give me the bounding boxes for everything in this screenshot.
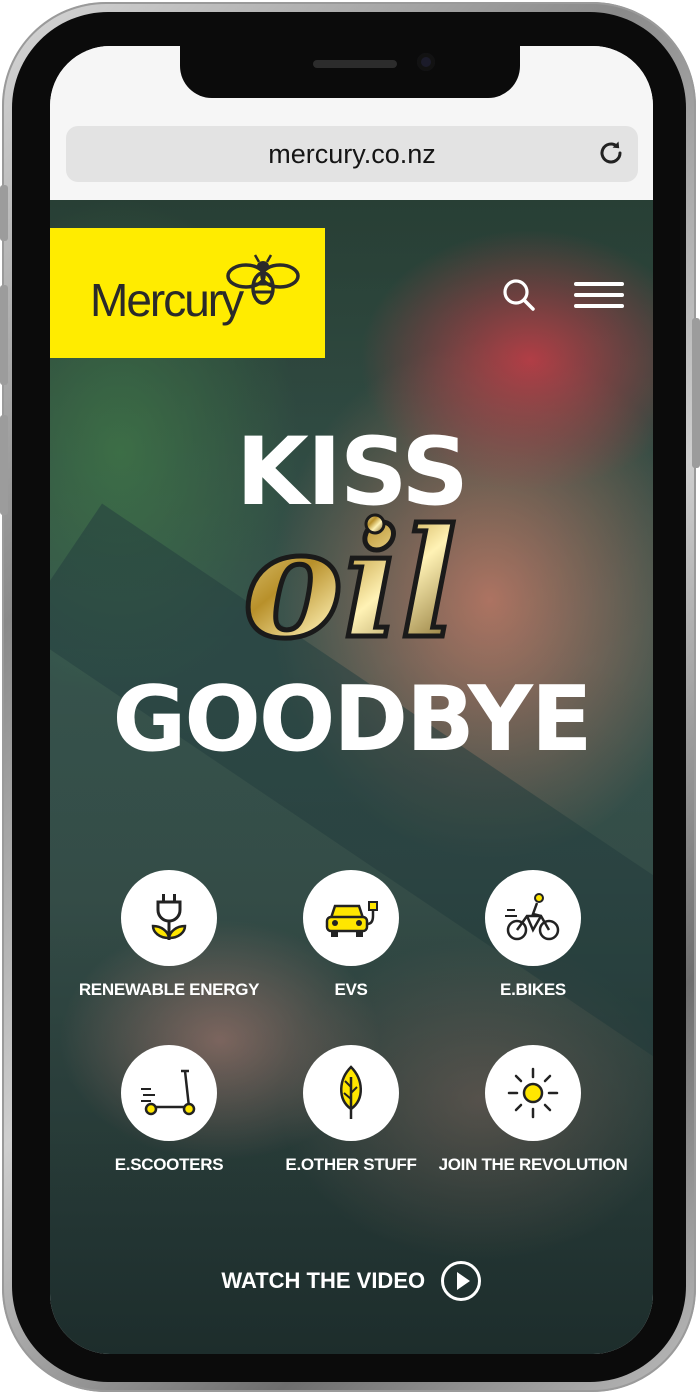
phone-mute-switch — [0, 185, 8, 241]
url-text[interactable]: mercury.co.nz — [66, 126, 638, 182]
scooter-icon — [141, 1069, 196, 1116]
headline-oil-script: oil — [240, 496, 459, 675]
hero-section: Mercury KISS oil GOODBYE RENEWABLE ENERG… — [50, 200, 653, 1354]
watch-video-label[interactable]: WATCH THE VIDEO — [221, 1268, 425, 1294]
plug-plant-icon — [151, 894, 187, 940]
category-ebikes[interactable]: E.BIKES — [438, 870, 628, 1000]
category-eother-stuff[interactable]: E.OTHER STUFF — [256, 1045, 446, 1175]
leaf-icon — [340, 1065, 362, 1119]
category-circle[interactable] — [121, 1045, 217, 1141]
bee-logo-icon — [226, 254, 300, 305]
play-icon[interactable] — [440, 1260, 482, 1302]
watch-video-link[interactable]: WATCH THE VIDEO — [50, 1260, 653, 1320]
bicycle-icon — [505, 893, 560, 941]
phone-power-button — [692, 318, 700, 468]
category-label: E.BIKES — [500, 980, 566, 999]
sun-icon — [507, 1067, 559, 1119]
category-escooters[interactable]: E.SCOOTERS — [74, 1045, 264, 1175]
hero-overlay — [50, 200, 653, 1354]
category-circle[interactable] — [485, 1045, 581, 1141]
category-circle[interactable] — [303, 870, 399, 966]
address-bar[interactable]: mercury.co.nz — [66, 126, 638, 182]
category-label: E.OTHER STUFF — [285, 1155, 417, 1174]
phone-volume-down — [0, 415, 8, 515]
svg-text:oil: oil — [243, 496, 457, 672]
category-label: RENEWABLE ENERGY — [78, 980, 260, 999]
phone-notch — [180, 46, 520, 98]
category-join-the-revolution[interactable]: JOIN THE REVOLUTION — [438, 1045, 628, 1175]
category-evs[interactable]: EVS — [256, 870, 446, 1000]
reload-icon[interactable] — [596, 138, 626, 168]
search-icon[interactable] — [502, 278, 536, 312]
mercury-logo[interactable]: Mercury — [50, 228, 325, 358]
headline-goodbye: GOODBYE — [112, 667, 593, 772]
phone-screen: mercury.co.nz Mercury KISS oil GOODBYE R… — [50, 46, 653, 1354]
phone-volume-up — [0, 285, 8, 385]
speaker-grille — [313, 60, 397, 68]
hamburger-menu-icon[interactable] — [574, 282, 624, 308]
category-circle[interactable] — [303, 1045, 399, 1141]
category-circle[interactable] — [485, 870, 581, 966]
logo-text: Mercury — [90, 274, 244, 326]
category-renewable-energy[interactable]: RENEWABLE ENERGY — [74, 870, 264, 1000]
electric-car-icon — [325, 901, 378, 937]
category-circle[interactable] — [121, 870, 217, 966]
category-label: E.SCOOTERS — [114, 1155, 224, 1174]
category-label: EVS — [334, 980, 368, 999]
category-label: JOIN THE REVOLUTION — [438, 1155, 628, 1174]
front-camera — [417, 53, 435, 71]
